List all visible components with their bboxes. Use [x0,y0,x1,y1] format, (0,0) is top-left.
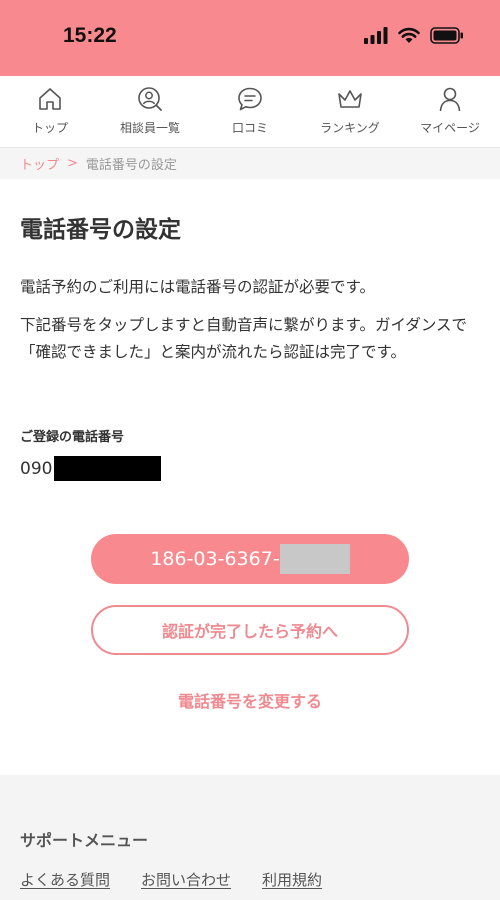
battery-icon [430,27,463,44]
redacted-block [54,456,162,481]
nav-item-mypage[interactable]: マイページ [400,76,500,147]
breadcrumb-separator: > [67,156,78,171]
breadcrumb: トップ > 電話番号の設定 [0,148,500,179]
status-icons [364,27,464,44]
registered-number-prefix: 090 [20,458,53,479]
status-bar: 15:22 [0,0,500,76]
contact-link[interactable]: お問い合わせ [141,869,231,890]
faq-link[interactable]: よくある質問 [20,869,110,890]
support-menu: サポートメニュー よくある質問 お問い合わせ 利用規約 [0,775,500,900]
nav-item-reviews[interactable]: 口コミ [200,76,300,147]
crown-icon [338,90,362,108]
nav-item-counselors[interactable]: 相談員一覧 [100,76,200,147]
change-phone-number-link[interactable]: 電話番号を変更する [0,688,500,712]
counselor-search-icon [138,87,162,111]
proceed-to-reservation-button[interactable]: 認証が完了したら予約へ [91,605,409,655]
chat-bubble-icon [238,87,262,111]
redacted-block [279,544,350,574]
nav-label: 口コミ [231,121,268,135]
wifi-icon [398,27,420,43]
page-title: 電話番号の設定 [20,217,181,243]
user-icon [439,87,461,112]
terms-link[interactable]: 利用規約 [262,869,322,890]
home-icon [39,88,61,110]
registered-number-label: ご登録の電話番号 [20,430,125,445]
nav-label: トップ [31,121,68,135]
nav-item-top[interactable]: トップ [0,76,100,147]
nav-label: 相談員一覧 [119,121,180,135]
breadcrumb-current: 電話番号の設定 [85,158,177,173]
breadcrumb-home-link[interactable]: トップ [20,154,59,173]
nav-label: ランキング [320,121,380,135]
support-links: よくある質問 お問い合わせ 利用規約 [20,869,322,890]
registered-number: 090 [20,456,162,481]
nav-item-ranking[interactable]: ランキング [300,76,400,147]
description-text: 電話予約のご利用には電話番号の認証が必要です。 [20,278,375,296]
nav-label: マイページ [420,121,480,135]
support-menu-title: サポートメニュー [20,831,149,850]
call-auth-number-button[interactable]: 186-03-6367- [91,534,409,584]
signal-icon [364,27,388,44]
top-nav: トップ 相談員一覧 口コミ ランキング マイページ [0,76,500,148]
auth-number-prefix: 186-03-6367- [150,548,280,570]
status-time: 15:22 [63,24,117,47]
instruction-text: 下記番号をタップしますと自動音声に繋がります。ガイダンスで「確認できました」と案… [20,316,468,361]
